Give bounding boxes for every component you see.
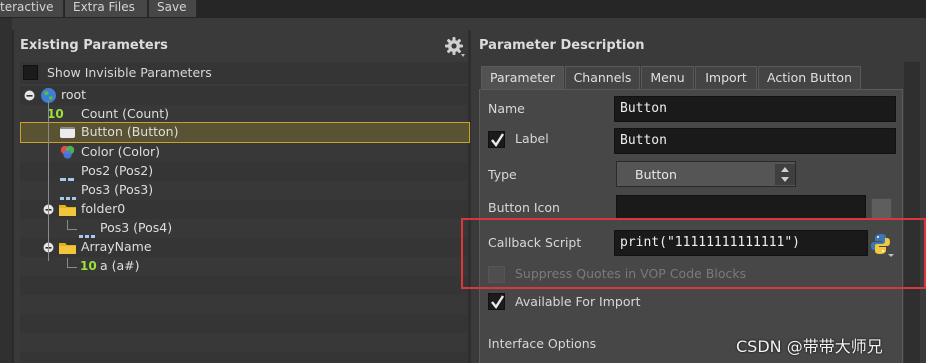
type-select[interactable]: Button [616, 161, 796, 187]
tree-row-pos3[interactable]: Pos3 (Pos3) [20, 181, 468, 200]
show-invisible-checkbox[interactable] [23, 65, 38, 80]
tree-row-folder0[interactable]: folder0 [20, 200, 468, 219]
tree-row-pos4[interactable]: Pos3 (Pos4) [20, 219, 468, 238]
button-icon [60, 127, 75, 138]
left-gutter-line [12, 30, 14, 363]
integer-icon: 10 [47, 107, 64, 121]
tree-label: root [61, 87, 87, 102]
top-tab-bar: teractive Extra Files Save [0, 0, 926, 18]
tree-row-root[interactable]: root [20, 86, 468, 105]
tab-save[interactable]: Save [149, 0, 197, 17]
folder-icon [59, 203, 76, 216]
checkmark-icon [491, 133, 505, 148]
tab-interactive[interactable]: teractive [0, 0, 64, 17]
tree-line [67, 267, 77, 268]
type-select-value: Button [635, 167, 677, 182]
tree-empty-row [20, 314, 468, 333]
tree-row-button[interactable]: Button (Button) [20, 122, 470, 143]
vector3-icon [60, 189, 76, 200]
folder-icon [59, 241, 76, 254]
button-icon-input[interactable] [616, 195, 866, 220]
tree-row-a[interactable]: 10 a (a#) [20, 257, 468, 276]
parameter-tree[interactable]: root 10 Count (Count) Button (Button) Co… [20, 86, 470, 363]
tab-extra-files[interactable]: Extra Files [65, 0, 148, 17]
label-input[interactable]: Button [614, 128, 896, 154]
tree-row-color[interactable]: Color (Color) [20, 143, 468, 162]
tree-label: folder0 [81, 201, 126, 216]
label-checkbox[interactable] [488, 131, 505, 148]
available-import-checkbox[interactable] [488, 293, 505, 310]
left-gutter [0, 18, 12, 363]
tree-label: Pos3 (Pos4) [100, 220, 173, 235]
tree-label: Pos2 (Pos2) [81, 163, 154, 178]
tab-menu[interactable]: Menu [641, 66, 694, 90]
show-invisible-label: Show Invisible Parameters [47, 65, 212, 80]
pane-splitter[interactable] [468, 30, 471, 363]
tree-row-arrayname[interactable]: ArrayName [20, 238, 468, 257]
interface-options-label: Interface Options [488, 336, 597, 351]
tree-label: Count (Count) [81, 106, 169, 121]
tree-empty-row [20, 333, 468, 352]
integer-icon: 10 [80, 259, 97, 273]
tree-line [67, 229, 77, 230]
existing-parameters-title: Existing Parameters [20, 38, 168, 53]
parameter-description-title: Parameter Description [479, 38, 645, 53]
label-label: Label [515, 131, 549, 146]
checkmark-icon [491, 295, 505, 310]
tree-empty-row [20, 295, 468, 314]
tree-label: Button (Button) [81, 124, 179, 139]
button-icon-label: Button Icon [488, 200, 560, 215]
tab-action-button[interactable]: Action Button [758, 66, 861, 90]
tab-channels[interactable]: Channels [565, 66, 640, 90]
vector2-icon [60, 170, 75, 181]
tree-label: a (a#) [100, 258, 140, 273]
name-input[interactable]: Button [614, 96, 896, 122]
highlight-box [461, 218, 926, 289]
tree-label: Pos3 (Pos3) [81, 182, 154, 197]
tree-empty-row [20, 276, 468, 295]
color-icon [60, 145, 75, 160]
tab-import[interactable]: Import [695, 66, 757, 90]
name-label: Name [488, 101, 525, 116]
available-import-label: Available For Import [515, 294, 641, 309]
watermark: CSDN @带带大师兄 [736, 337, 883, 356]
vector3-icon [79, 227, 95, 238]
tree-label: ArrayName [81, 239, 152, 254]
gear-icon[interactable] [444, 36, 466, 58]
collapse-icon[interactable] [24, 90, 35, 101]
show-invisible-row: Show Invisible Parameters [20, 62, 468, 84]
tree-row-pos2[interactable]: Pos2 (Pos2) [20, 162, 468, 181]
tab-parameter[interactable]: Parameter [481, 66, 564, 90]
tree-label: Color (Color) [81, 144, 160, 159]
tree-line [48, 101, 49, 261]
type-label: Type [488, 167, 517, 182]
choose-icon-button[interactable] [871, 198, 892, 219]
updown-arrows-icon [775, 164, 795, 185]
right-scrollbar[interactable] [904, 62, 920, 363]
